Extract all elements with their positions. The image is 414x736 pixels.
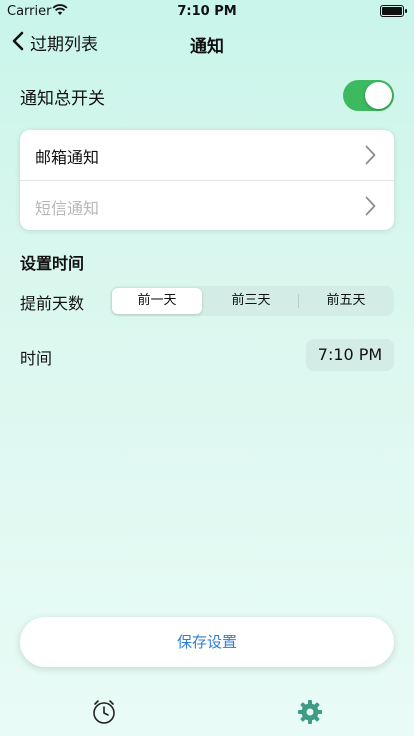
email-notification-label: 邮箱通知 bbox=[35, 148, 100, 167]
clock-list-icon bbox=[90, 700, 118, 730]
sms-notification-row[interactable]: 短信通知 bbox=[20, 180, 394, 230]
tab-bar bbox=[0, 690, 414, 736]
navigation-bar: 过期列表 通知 bbox=[0, 28, 414, 58]
days-ahead-label: 提前天数 bbox=[20, 294, 85, 313]
chevron-right-icon bbox=[365, 145, 376, 169]
status-bar: Carrier 7:10 PM bbox=[0, 0, 414, 22]
segment-three-days[interactable]: 前三天 bbox=[206, 288, 296, 314]
channel-card: 邮箱通知 短信通知 bbox=[20, 130, 394, 230]
chevron-right-icon bbox=[365, 196, 376, 220]
master-toggle-switch[interactable] bbox=[343, 80, 394, 111]
gear-icon bbox=[296, 700, 324, 730]
battery-icon bbox=[380, 5, 407, 17]
days-ahead-segmented-control: 前一天 前三天 前五天 bbox=[110, 286, 394, 316]
email-notification-row[interactable]: 邮箱通知 bbox=[20, 130, 394, 180]
master-toggle-label: 通知总开关 bbox=[20, 89, 105, 109]
segment-one-day[interactable]: 前一天 bbox=[112, 288, 202, 314]
section-title-schedule: 设置时间 bbox=[20, 254, 85, 273]
save-settings-button[interactable]: 保存设置 bbox=[20, 617, 394, 667]
time-label: 时间 bbox=[20, 349, 53, 368]
sms-notification-label: 短信通知 bbox=[35, 199, 100, 218]
tab-settings[interactable] bbox=[296, 698, 324, 726]
status-time: 7:10 PM bbox=[177, 4, 237, 19]
master-toggle-row: 通知总开关 bbox=[20, 80, 394, 111]
page-title: 通知 bbox=[190, 37, 224, 57]
segment-five-days[interactable]: 前五天 bbox=[301, 288, 391, 314]
time-picker[interactable]: 7:10 PM bbox=[306, 339, 394, 371]
tab-expired-list[interactable] bbox=[90, 698, 118, 726]
